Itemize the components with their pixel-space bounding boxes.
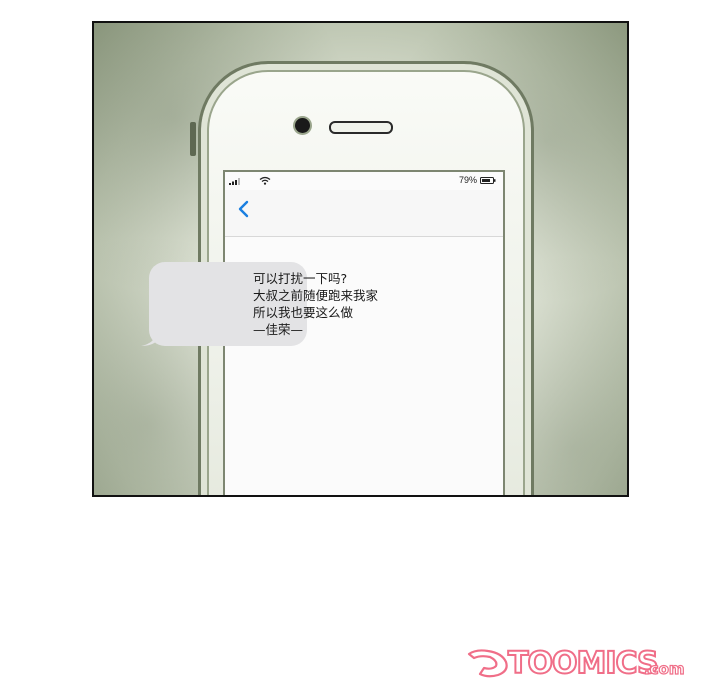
watermark-suffix: .com bbox=[643, 659, 685, 678]
phone-speaker bbox=[329, 121, 393, 134]
comic-panel: 79% bbox=[92, 21, 629, 497]
signal-icon bbox=[229, 178, 240, 185]
message-line: 可以打扰一下吗? bbox=[253, 271, 348, 286]
watermark-brand: TOOMICS bbox=[507, 645, 660, 682]
message-text: 可以打扰一下吗? 大叔之前随便跑来我家 所以我也要这么做 —佳荣— bbox=[253, 270, 378, 338]
chevron-left-icon[interactable] bbox=[233, 198, 255, 220]
toomics-watermark: TOOMICS .com bbox=[466, 644, 692, 684]
battery-icon bbox=[480, 177, 496, 184]
wifi-icon bbox=[259, 176, 271, 185]
status-bar: 79% bbox=[225, 172, 503, 190]
battery-percent: 79% bbox=[458, 175, 477, 185]
message-line: 大叔之前随便跑来我家 bbox=[253, 288, 379, 303]
messages-nav-bar bbox=[225, 190, 503, 237]
phone-camera bbox=[295, 118, 310, 133]
message-line: 所以我也要这么做 bbox=[253, 305, 354, 320]
toomics-logo-icon bbox=[467, 649, 508, 678]
message-bubble-tail bbox=[141, 333, 157, 346]
message-signature: —佳荣— bbox=[253, 322, 304, 337]
comic-page: 79% 可以打扰一下吗? 大叔之前随便跑来我家 所以我也要这么做 —佳荣— TO… bbox=[0, 0, 720, 700]
phone-side-button bbox=[190, 122, 196, 156]
